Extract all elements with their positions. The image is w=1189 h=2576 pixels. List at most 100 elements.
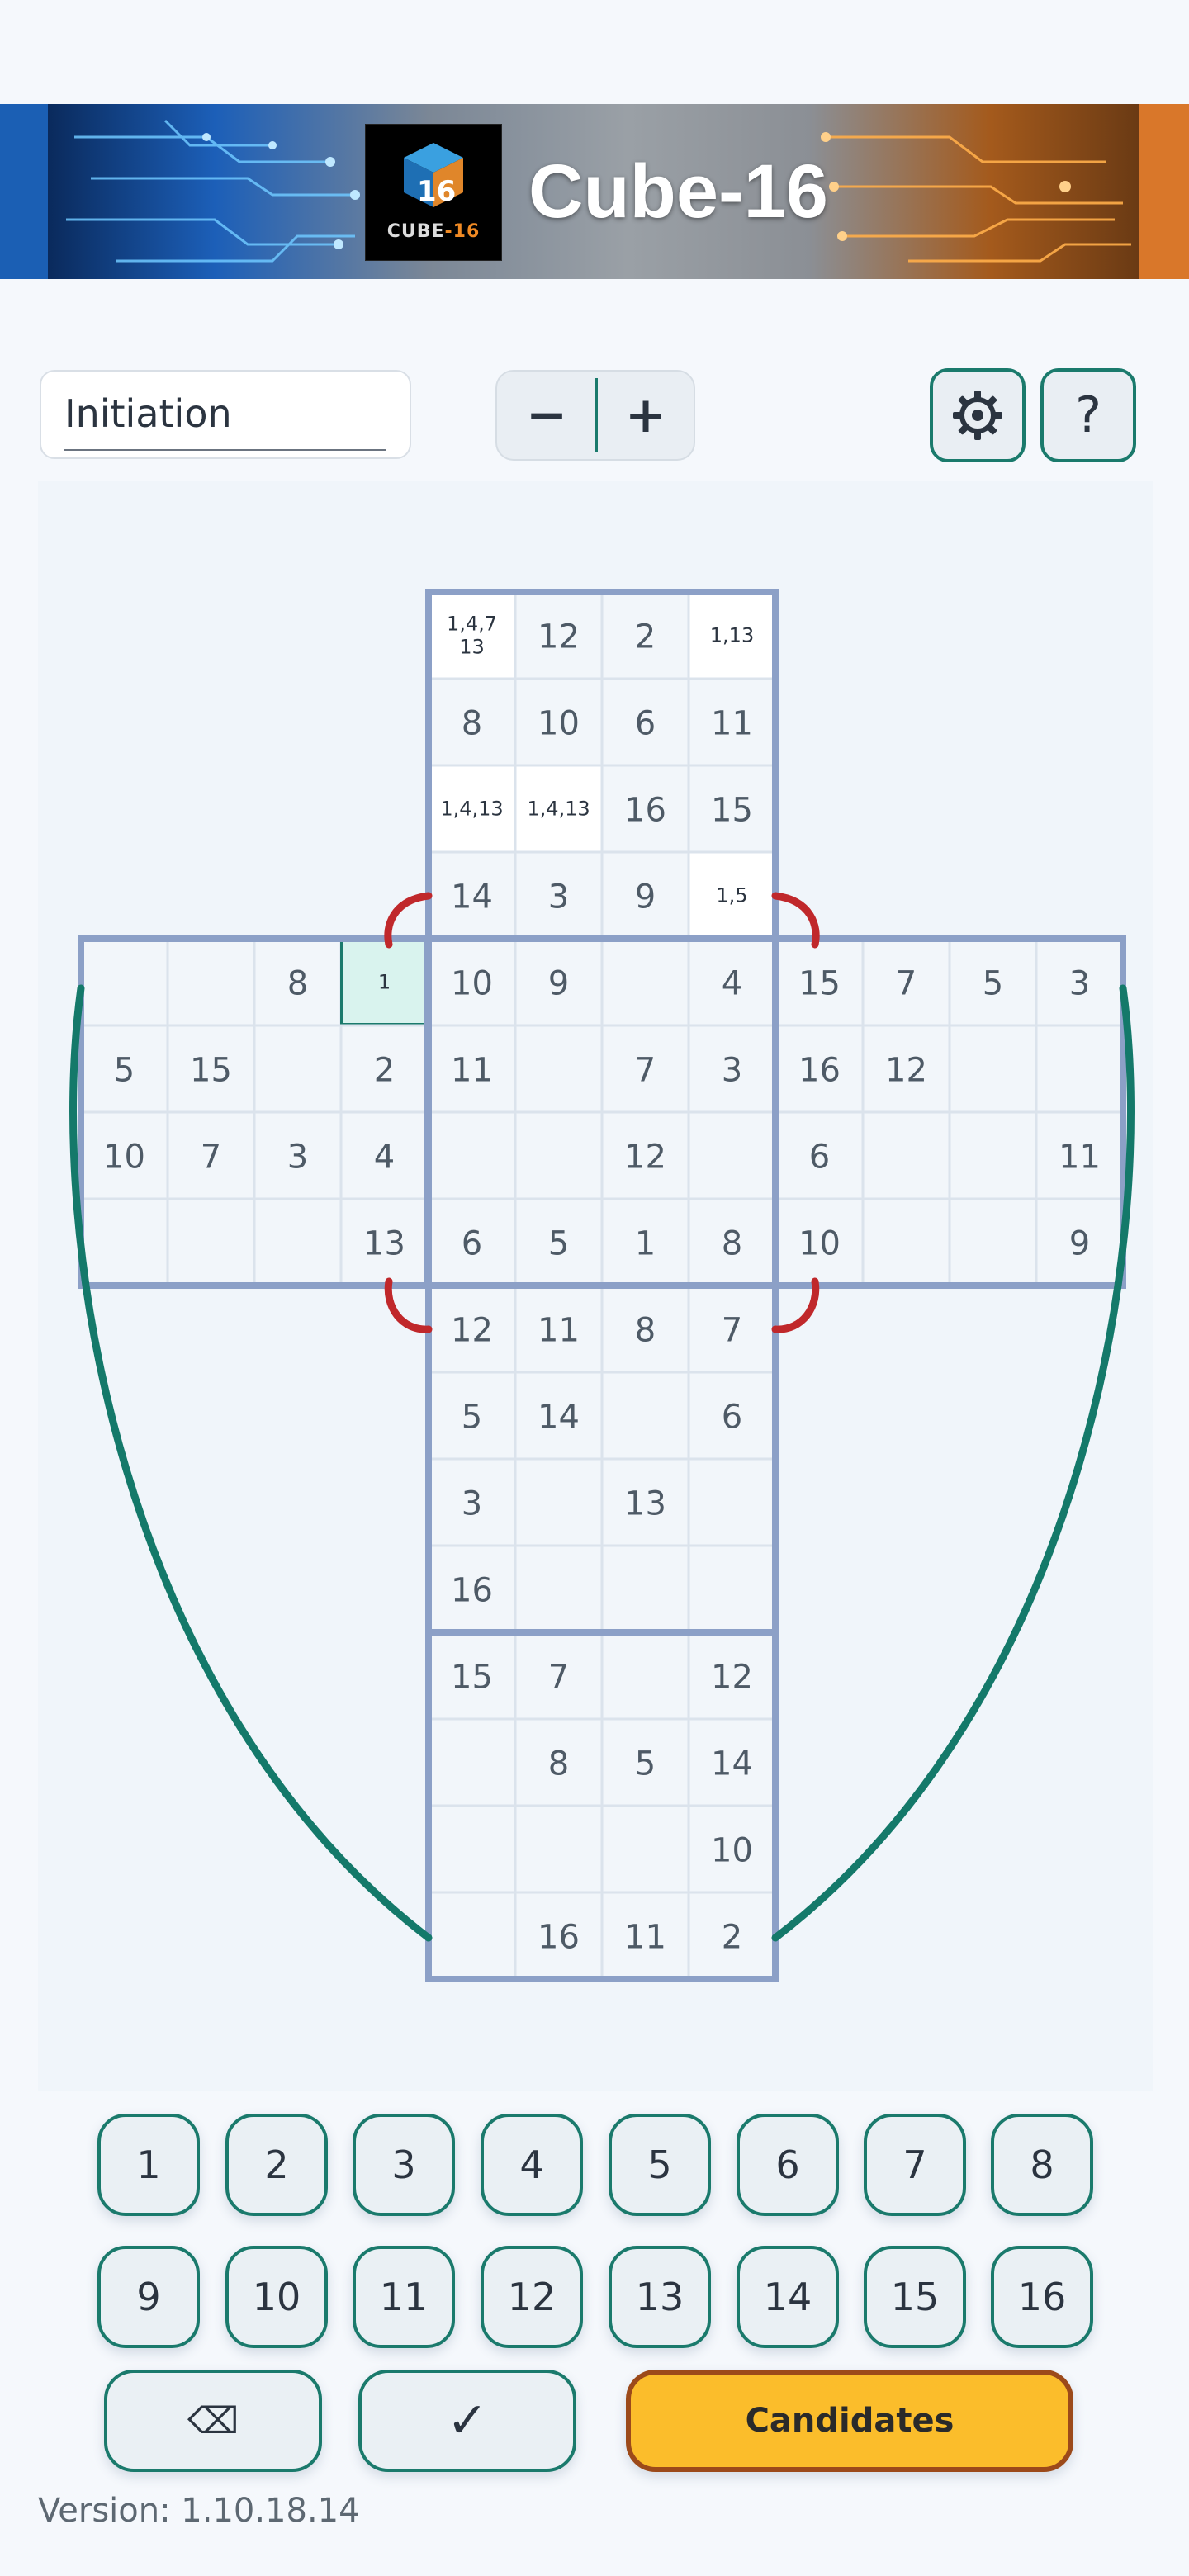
cell-bottom-2-3[interactable] [687,1457,777,1547]
cell-bottom-0-2[interactable]: 8 [600,1284,690,1374]
cell-left-0-1[interactable] [166,937,256,1027]
cell-bottom-3-3[interactable] [687,1544,777,1634]
cell-front-1-3[interactable]: 3 [687,1024,777,1114]
cell-top-1-3[interactable]: 11 [687,677,777,767]
cell-left-3-0[interactable] [79,1197,169,1287]
cell-back-1-3[interactable]: 14 [687,1717,777,1807]
digit-key-4[interactable]: 4 [481,2114,583,2216]
cell-bottom-1-0[interactable]: 5 [427,1371,517,1461]
cell-bottom-2-2[interactable]: 13 [600,1457,690,1547]
digit-key-8[interactable]: 8 [991,2114,1093,2216]
cell-left-1-3[interactable]: 2 [339,1024,429,1114]
cell-bottom-0-1[interactable]: 11 [514,1284,604,1374]
cell-top-3-3[interactable]: 1,5 [687,850,777,940]
cell-back-2-3[interactable]: 10 [687,1804,777,1894]
cell-bottom-3-1[interactable] [514,1544,604,1634]
cell-top-3-0[interactable]: 14 [427,850,517,940]
cell-front-1-0[interactable]: 11 [427,1024,517,1114]
cell-front-3-2[interactable]: 1 [600,1197,690,1287]
cell-bottom-2-1[interactable] [514,1457,604,1547]
digit-key-7[interactable]: 7 [864,2114,966,2216]
candidates-button[interactable]: Candidates [626,2370,1073,2472]
cell-right-3-1[interactable] [861,1197,951,1287]
cell-front-3-0[interactable]: 6 [427,1197,517,1287]
cell-back-3-0[interactable] [427,1891,517,1981]
cell-bottom-3-0[interactable]: 16 [427,1544,517,1634]
cell-back-2-0[interactable] [427,1804,517,1894]
digit-key-15[interactable]: 15 [864,2246,966,2348]
zoom-out-button[interactable]: − [497,372,596,459]
cell-front-0-1[interactable]: 9 [514,937,604,1027]
digit-key-12[interactable]: 12 [481,2246,583,2348]
digit-key-6[interactable]: 6 [737,2114,839,2216]
cell-bottom-0-0[interactable]: 12 [427,1284,517,1374]
digit-key-1[interactable]: 1 [97,2114,200,2216]
cell-top-1-1[interactable]: 10 [514,677,604,767]
cell-right-2-3[interactable]: 11 [1035,1110,1125,1200]
cell-front-2-2[interactable]: 12 [600,1110,690,1200]
cell-left-0-0[interactable] [79,937,169,1027]
cell-right-3-2[interactable] [948,1197,1038,1287]
digit-key-10[interactable]: 10 [225,2246,328,2348]
cell-left-0-3[interactable]: 1 [339,937,429,1027]
digit-key-16[interactable]: 16 [991,2246,1093,2348]
cell-back-0-2[interactable] [600,1631,690,1721]
cell-back-3-2[interactable]: 11 [600,1891,690,1981]
cell-front-2-0[interactable] [427,1110,517,1200]
digit-key-11[interactable]: 11 [353,2246,455,2348]
cell-front-3-1[interactable]: 5 [514,1197,604,1287]
cell-right-2-1[interactable] [861,1110,951,1200]
cell-top-0-3[interactable]: 1,13 [687,590,777,680]
cell-back-3-3[interactable]: 2 [687,1891,777,1981]
cell-left-3-3[interactable]: 13 [339,1197,429,1287]
delete-button[interactable]: ⌫ [104,2370,322,2472]
confirm-button[interactable]: ✓ [358,2370,576,2472]
cell-back-0-3[interactable]: 12 [687,1631,777,1721]
cell-top-2-3[interactable]: 15 [687,764,777,854]
cell-right-3-0[interactable]: 10 [775,1197,865,1287]
cell-right-2-0[interactable]: 6 [775,1110,865,1200]
cell-back-1-2[interactable]: 5 [600,1717,690,1807]
cell-right-1-3[interactable] [1035,1024,1125,1114]
cell-right-0-2[interactable]: 5 [948,937,1038,1027]
cell-top-3-1[interactable]: 3 [514,850,604,940]
cell-right-1-0[interactable]: 16 [775,1024,865,1114]
zoom-in-button[interactable]: + [596,372,695,459]
cell-back-3-1[interactable]: 16 [514,1891,604,1981]
settings-button[interactable] [930,368,1026,462]
cell-left-3-2[interactable] [253,1197,343,1287]
cell-left-1-1[interactable]: 15 [166,1024,256,1114]
cell-front-1-1[interactable] [514,1024,604,1114]
cell-front-3-3[interactable]: 8 [687,1197,777,1287]
cell-left-1-2[interactable] [253,1024,343,1114]
cell-back-2-2[interactable] [600,1804,690,1894]
cell-bottom-0-3[interactable]: 7 [687,1284,777,1374]
cell-bottom-1-3[interactable]: 6 [687,1371,777,1461]
cell-top-2-0[interactable]: 1,4,13 [427,764,517,854]
cell-right-1-2[interactable] [948,1024,1038,1114]
digit-key-5[interactable]: 5 [609,2114,711,2216]
digit-key-14[interactable]: 14 [737,2246,839,2348]
cell-back-2-1[interactable] [514,1804,604,1894]
cell-back-1-0[interactable] [427,1717,517,1807]
cell-front-0-3[interactable]: 4 [687,937,777,1027]
cell-top-0-2[interactable]: 2 [600,590,690,680]
cell-back-0-0[interactable]: 15 [427,1631,517,1721]
cell-top-1-0[interactable]: 8 [427,677,517,767]
level-select[interactable]: Initiation [40,370,411,459]
cell-left-3-1[interactable] [166,1197,256,1287]
cell-top-2-2[interactable]: 16 [600,764,690,854]
cell-bottom-1-1[interactable]: 14 [514,1371,604,1461]
cell-left-2-3[interactable]: 4 [339,1110,429,1200]
cell-right-0-1[interactable]: 7 [861,937,951,1027]
cell-front-0-0[interactable]: 10 [427,937,517,1027]
digit-key-2[interactable]: 2 [225,2114,328,2216]
cell-top-0-1[interactable]: 12 [514,590,604,680]
cell-right-1-1[interactable]: 12 [861,1024,951,1114]
cell-bottom-1-2[interactable] [600,1371,690,1461]
cell-right-0-3[interactable]: 3 [1035,937,1125,1027]
cell-left-2-2[interactable]: 3 [253,1110,343,1200]
cell-front-2-1[interactable] [514,1110,604,1200]
cell-right-0-0[interactable]: 15 [775,937,865,1027]
cell-front-1-2[interactable]: 7 [600,1024,690,1114]
